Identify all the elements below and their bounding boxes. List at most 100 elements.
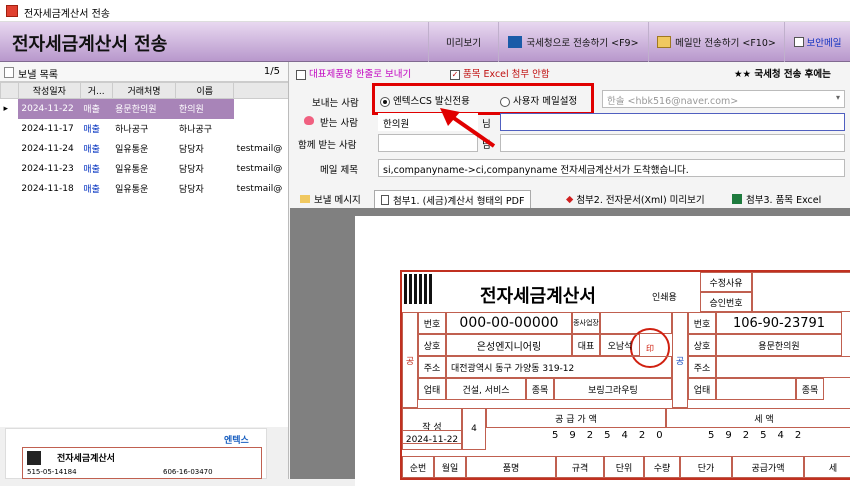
invoice-thumbnail[interactable]: 엔텍스 전자세금계산서 515-05-14184 606-16-03470 — [5, 428, 267, 479]
header-unit: 단위 — [604, 456, 644, 478]
list-empty-area — [0, 197, 288, 427]
biz-item-label: 종목 — [526, 378, 554, 400]
supply-amount-digits: 5925420 — [552, 430, 674, 441]
tab-message[interactable]: 보낼 메시지 — [294, 190, 367, 208]
cell-date: 2024-11-23 — [21, 163, 74, 174]
buyer-address-label: 주소 — [688, 356, 716, 378]
tab-excel[interactable]: 첨부3. 품목 Excel — [726, 190, 827, 208]
envelope-icon — [657, 36, 672, 48]
cell-type: 매출 — [83, 125, 100, 135]
cell-type: 매출 — [83, 145, 100, 155]
cell-partner: 하나공구 — [115, 125, 149, 135]
cell-date: 2024-11-17 — [21, 123, 74, 134]
receiver-label: 받는 사람 — [320, 118, 358, 129]
secure-mail-checkbox[interactable]: 보안메일 — [784, 22, 850, 62]
table-header-date[interactable]: 작성일자 — [17, 82, 81, 99]
cc-email-field[interactable] — [500, 134, 845, 152]
tab-xml[interactable]: ◆ 첨부2. 전자문서(Xml) 미리보기 — [560, 190, 711, 208]
list-title: 보낼 목록 — [18, 70, 58, 81]
row-marker — [1, 159, 19, 179]
cell-type: 매출 — [80, 98, 113, 119]
cc-label: 함께 받는 사람 — [298, 140, 357, 151]
reg-no-label: 번호 — [418, 312, 446, 334]
approval-value — [752, 272, 850, 312]
table-header-type[interactable]: 거... — [79, 82, 113, 99]
revision-label: 수정사유 — [700, 272, 752, 292]
annotation-arrow — [440, 108, 496, 148]
header-date: 월일 — [434, 456, 466, 478]
issue-date: 2024-11-22 — [402, 430, 462, 450]
buyer-reg-no-label: 번호 — [688, 312, 716, 334]
table-row[interactable]: 2024-11-18 매출 일유통운 담당자 testmail@ — [1, 179, 300, 199]
attach-excel-option[interactable]: ✓ 품목 Excel 첨부 안함 — [450, 66, 550, 80]
page-indicator: 1/5 — [263, 66, 280, 77]
invoice-document: 전자세금계산서 인쇄용 수정사유 승인번호 공 번호 000-00-00000 … — [400, 270, 850, 480]
table-row[interactable]: 2024-11-23 매출 일유통운 담당자 testmail@ — [1, 159, 300, 179]
rep-label: 대표 — [572, 334, 600, 356]
row-marker — [1, 179, 19, 199]
biz-type-label: 업태 — [418, 378, 446, 400]
supplier-biz-type: 건설, 서비스 — [446, 378, 526, 400]
thumbnail-buyer-no: 606-16-03470 — [163, 468, 213, 476]
cell-partner: 용문한의원 — [112, 98, 176, 119]
nts-icon — [508, 36, 523, 48]
qr-code-icon — [404, 274, 434, 304]
table-header-name[interactable]: 이름 — [175, 82, 235, 99]
buyer-address — [716, 356, 850, 378]
subject-field[interactable]: si,companyname->ci,companyname 전자세금계산서가 … — [378, 159, 845, 177]
representative-item-option[interactable]: 대표제품명 한줄로 보내기 — [296, 66, 411, 80]
supplier-company: 은성엔지니어링 — [446, 334, 572, 356]
table-row[interactable]: 2024-11-17 매출 하나공구 하나공구 — [1, 119, 300, 139]
qr-code-icon — [27, 451, 41, 465]
heart-icon — [304, 116, 314, 125]
cell-name: 담당자 — [178, 145, 204, 155]
row-marker — [1, 119, 19, 139]
thumbnail-frame: 전자세금계산서 515-05-14184 606-16-03470 — [22, 447, 262, 479]
tab-pdf[interactable]: 첨부1. (세금)계산서 형태의 PDF — [374, 190, 532, 208]
cell-type: 매출 — [83, 185, 100, 195]
table-header-marker — [0, 82, 19, 99]
cell-name: 한의원 — [175, 98, 234, 119]
supplier-biz-item: 보링그라우팅 — [554, 378, 672, 400]
supplier-reg-no: 000-00-00000 — [446, 312, 572, 334]
cell-name: 담당자 — [178, 165, 204, 175]
buyer-biz-type — [716, 378, 796, 400]
buyer-company: 용문한의원 — [716, 334, 842, 356]
cell-partner: 일유통운 — [115, 185, 149, 195]
entex-logo: 엔텍스 — [224, 436, 249, 446]
attachment-tabs: 보낼 메시지 첨부1. (세금)계산서 형태의 PDF ◆ 첨부2. 전자문서(X… — [290, 190, 850, 208]
tax-amount-digits: 592542 — [708, 430, 813, 441]
table-header-partner[interactable]: 거래처명 — [111, 82, 177, 99]
xml-icon: ◆ — [566, 193, 574, 205]
receiver-email-field[interactable] — [500, 113, 845, 131]
header-supply: 공급가액 — [732, 456, 804, 478]
representative-item-checkbox[interactable] — [296, 69, 306, 80]
envelope-icon — [300, 195, 310, 203]
secure-mail-check[interactable] — [793, 37, 804, 47]
excel-icon — [732, 194, 742, 204]
send-nts-button[interactable]: 국세청으로 전송하기 <F9> — [498, 22, 648, 62]
table-row[interactable]: 2024-11-24 매출 일유통운 담당자 testmail@ — [1, 139, 300, 159]
nts-notice: ★★ 국세청 전송 후에는 — [734, 69, 831, 80]
sender-email-select[interactable]: 한솔 <hbk516@naver.com> ▾ — [602, 90, 845, 108]
preview-button[interactable]: 미리보기 — [428, 22, 498, 62]
row-marker — [1, 139, 19, 159]
attach-excel-checkbox[interactable]: ✓ — [450, 69, 460, 80]
cell-type: 매출 — [83, 165, 100, 175]
supplier-side-label: 공 — [402, 312, 418, 408]
chevron-down-icon: ▾ — [835, 93, 840, 102]
branch-label: 종사업장 — [572, 312, 600, 334]
list-header: 보낼 목록 1/5 — [0, 62, 288, 82]
supply-amount-label: 공 급 가 액 — [486, 408, 666, 428]
cell-name: 담당자 — [178, 185, 204, 195]
table-row[interactable]: ▸ 2024-11-22 매출 용문한의원 한의원 — [0, 98, 300, 119]
buyer-side-label: 공 — [672, 312, 688, 408]
app-icon — [6, 5, 18, 17]
buyer-company-label: 상호 — [688, 334, 716, 356]
company-label: 상호 — [418, 334, 446, 356]
supplier-address: 대전광역시 동구 가양동 319-12 — [446, 356, 672, 378]
cell-date: 2024-11-18 — [21, 183, 74, 194]
print-label: 인쇄용 — [652, 293, 677, 303]
blank-count: 4 — [462, 408, 486, 450]
send-mail-button[interactable]: 메일만 전송하기 <F10> — [648, 22, 784, 62]
